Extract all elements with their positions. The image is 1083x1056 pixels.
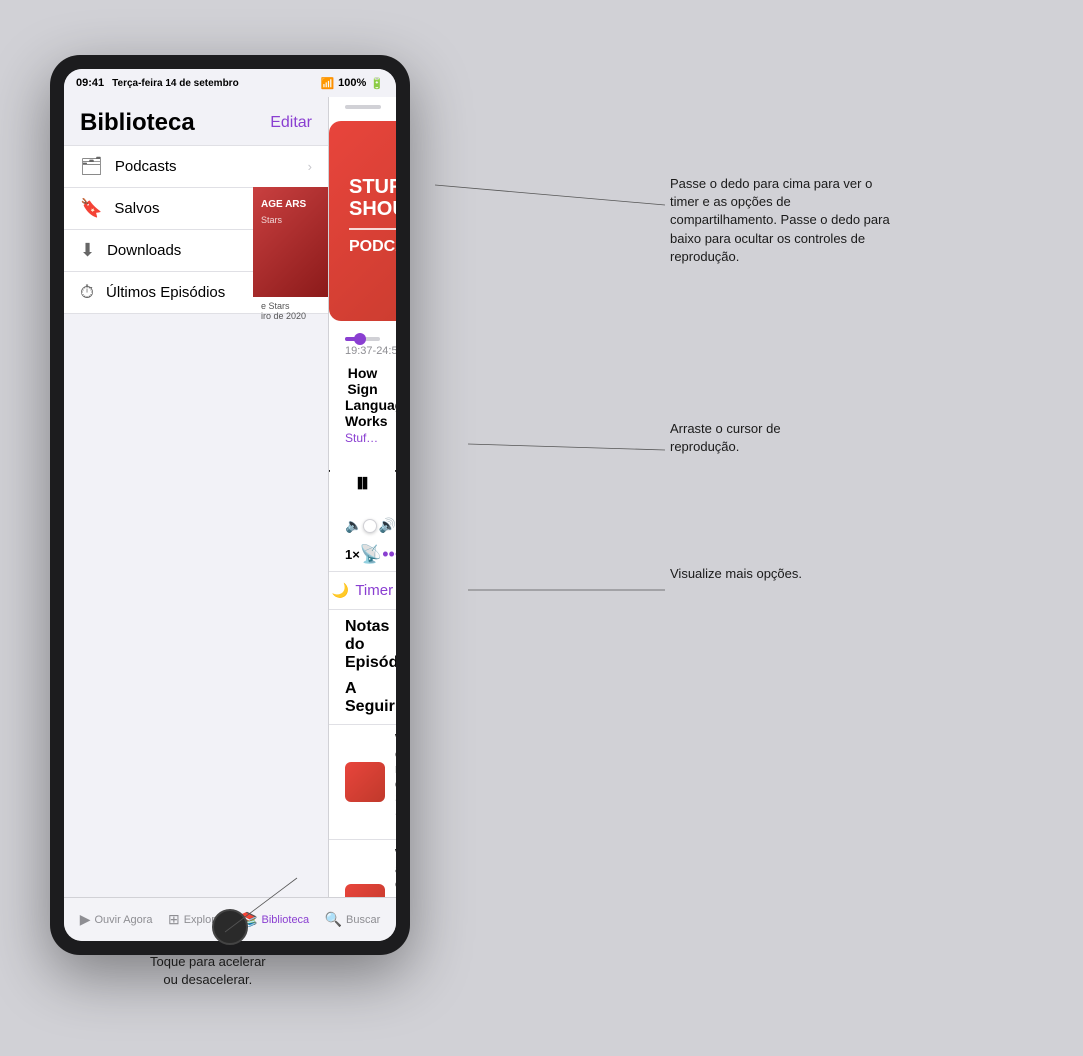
podcasts-label: Podcasts xyxy=(115,158,296,175)
annotation-more-options: Visualize mais opções. xyxy=(670,565,802,583)
up-next-info-2: What are crystal skulls? Stuff You Shoul… xyxy=(395,846,396,897)
playback-controls: ↺ 15 ⏸ ↻ 30 xyxy=(329,453,396,513)
progress-times: 19:37 -24:53 xyxy=(345,345,380,357)
edit-button[interactable]: Editar xyxy=(270,114,312,132)
up-next-thumb-2 xyxy=(345,884,385,897)
progress-bar[interactable] xyxy=(345,337,380,341)
search-tab-icon: 🔍 xyxy=(325,911,342,928)
library-panel: Biblioteca Editar 🗂 Podcasts › 🔖 Salvos xyxy=(64,97,329,897)
up-next-item-2[interactable]: What are crystal skulls? Stuff You Shoul… xyxy=(329,839,396,897)
moon-icon: 🌙 xyxy=(332,582,349,599)
podcast-antenna-icon[interactable]: 📡 xyxy=(360,544,382,565)
explore-tab-icon: ⊞ xyxy=(168,911,180,928)
podcast-art-subtitle: PODCAST xyxy=(349,238,396,256)
nowplaying-panel: 📡 STUFF YOU SHOULD KNOW PODCAST ❤️ xyxy=(329,97,396,897)
ipad-screen: 09:41 Terça-feira 14 de setembro 📶 100% … xyxy=(64,69,396,941)
timer-row[interactable]: 🌙 Timer xyxy=(329,572,396,610)
podcasts-chevron: › xyxy=(308,159,312,174)
progress-thumb[interactable] xyxy=(354,333,366,345)
timer-label: Timer xyxy=(355,582,393,599)
up-next-thumb-1 xyxy=(345,762,385,802)
library-title: Biblioteca xyxy=(80,109,195,137)
status-bar: 09:41 Terça-feira 14 de setembro 📶 100% … xyxy=(64,69,396,97)
skip-back-button[interactable]: ↺ 15 xyxy=(329,461,332,505)
up-next-label: A Seguir xyxy=(329,676,396,724)
more-options-button[interactable]: ••• xyxy=(382,544,396,565)
volume-min-icon: 🔈 xyxy=(345,517,362,534)
battery-label: 100% xyxy=(338,77,366,89)
extra-controls: 1× 📡 ••• xyxy=(329,538,396,571)
salvos-icon: 🔖 xyxy=(80,198,102,219)
up-next-info-1: Will computers replace doctors? Stuff Yo… xyxy=(395,731,396,833)
episode-notes-header: Notas do Episódio Mostrar xyxy=(329,610,396,676)
annotation-cursor: Arraste o cursor de reprodução. xyxy=(670,420,850,456)
volume-max-icon: 🔊 xyxy=(378,517,395,534)
downloads-icon: ⬇ xyxy=(80,240,95,261)
play-tab-icon: ▶ xyxy=(80,911,91,928)
tab-ouvir-label: Ouvir Agora xyxy=(94,914,152,926)
ipad-frame: 09:41 Terça-feira 14 de setembro 📶 100% … xyxy=(50,55,410,955)
album-thumbnail: AGE ARS Stars xyxy=(253,187,328,297)
np-handle xyxy=(329,97,396,113)
speed-button[interactable]: 1× xyxy=(345,547,360,562)
tab-buscar-label: Buscar xyxy=(346,914,380,926)
podcast-art-divider xyxy=(349,228,396,230)
skip-forward-button[interactable]: ↻ 30 xyxy=(394,461,396,505)
volume-thumb[interactable] xyxy=(363,519,377,533)
annotation-speed: Toque para acelerar ou desacelerar. xyxy=(150,935,266,990)
status-time: 09:41 xyxy=(76,77,104,89)
progress-area[interactable]: 19:37 -24:53 xyxy=(329,333,396,361)
library-header: Biblioteca Editar xyxy=(64,97,328,145)
up-next-title-1: Will computers replace doctors? xyxy=(395,731,396,791)
swipe-content: 🌙 Timer Notas do Episódio Mostrar A Segu… xyxy=(329,571,396,897)
tab-biblioteca-label: Biblioteca xyxy=(261,914,309,926)
tab-biblioteca[interactable]: 📚 Biblioteca xyxy=(240,911,309,928)
tab-ouvir-agora[interactable]: ▶ Ouvir Agora xyxy=(80,911,153,928)
tab-buscar[interactable]: 🔍 Buscar xyxy=(325,911,381,928)
pause-button[interactable]: ⏸ xyxy=(356,461,370,505)
podcast-artwork: 📡 STUFF YOU SHOULD KNOW PODCAST ❤️ xyxy=(329,121,396,321)
np-handle-bar xyxy=(345,105,381,109)
scene: 09:41 Terça-feira 14 de setembro 📶 100% … xyxy=(0,0,1083,1056)
track-subtitle: Stuff You Should Know — 6 de fever xyxy=(345,431,380,445)
library-item-podcasts[interactable]: 🗂 Podcasts › xyxy=(64,145,328,188)
track-info: How Sign Language Works Stuff You Should… xyxy=(329,361,396,453)
current-time: 19:37 xyxy=(345,345,373,357)
episodios-icon: ⏱ xyxy=(80,282,94,303)
status-date: Terça-feira 14 de setembro xyxy=(112,78,239,89)
up-next-show-1: Stuff You Should Know xyxy=(395,791,396,833)
album-stars-info: e Stars iro de 2020 xyxy=(253,297,328,325)
annotation-swipe-up: Passe o dedo para cima para ver o timer … xyxy=(670,175,890,266)
battery-icon: 🔋 xyxy=(370,77,384,90)
episode-notes-label: Notas do Episódio xyxy=(345,618,396,672)
track-title: How Sign Language Works xyxy=(345,365,380,429)
podcast-art-title: STUFF YOU SHOULD KNOW xyxy=(349,176,396,220)
remaining-time: -24:53 xyxy=(373,345,396,357)
up-next-item-1[interactable]: Will computers replace doctors? Stuff Yo… xyxy=(329,724,396,839)
podcasts-icon: 🗂 xyxy=(80,156,103,177)
podcast-art-text: STUFF YOU SHOULD KNOW PODCAST xyxy=(349,176,396,256)
wifi-icon: 📶 xyxy=(320,77,334,90)
up-next-title-2: What are crystal skulls? xyxy=(395,846,396,897)
volume-row: 🔈 🔊 xyxy=(329,513,396,538)
main-content: Biblioteca Editar 🗂 Podcasts › 🔖 Salvos xyxy=(64,97,396,897)
